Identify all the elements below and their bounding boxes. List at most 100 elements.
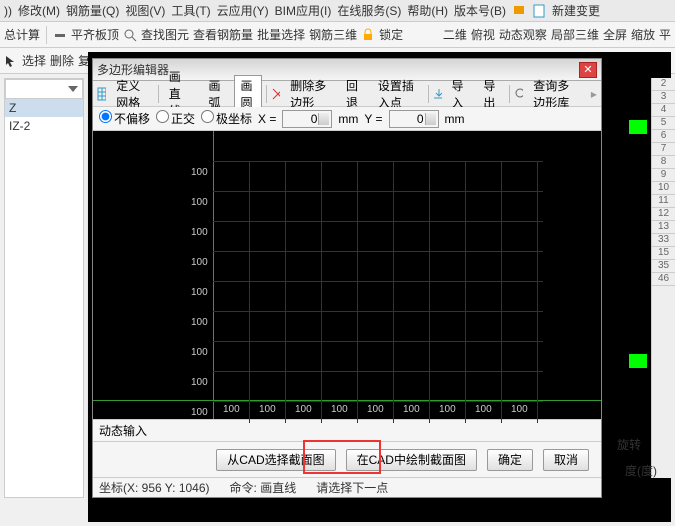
green-marker xyxy=(629,354,647,368)
tb-item[interactable]: 平齐板顶 xyxy=(71,26,119,43)
degree-label: 度(度) xyxy=(625,462,657,479)
menu-item[interactable]: 工具(T) xyxy=(171,2,210,19)
ruler-num: 12 xyxy=(652,208,675,221)
tb-item[interactable]: 动态观察 xyxy=(499,26,547,43)
cancel-button[interactable]: 取消 xyxy=(543,449,589,471)
grid-line xyxy=(213,191,543,192)
ruler-num: 9 xyxy=(652,169,675,182)
tb-item[interactable]: 选择 xyxy=(22,52,46,69)
polygon-editor-dialog: 多边形编辑器 ✕ 定义网格 画直线 画弧 画圆 删除多边形 回退 设置插入点 导… xyxy=(92,58,602,498)
tb-item[interactable]: 缩放 xyxy=(631,26,655,43)
prompt-text: 请选择下一点 xyxy=(316,479,388,496)
main-menubar[interactable]: )) 修改(M) 钢筋量(Q) 视图(V) 工具(T) 云应用(Y) BIM应用… xyxy=(0,0,675,22)
x-tick: 100 xyxy=(511,404,528,415)
grid-line xyxy=(213,221,543,222)
menu-item[interactable]: 视图(V) xyxy=(125,2,165,19)
tb-item[interactable]: 平 xyxy=(659,26,671,43)
x-tick: 100 xyxy=(475,404,492,415)
ruler-num: 7 xyxy=(652,143,675,156)
tb-item[interactable]: 批量选择 xyxy=(257,26,305,43)
tb-item[interactable]: 钢筋三维 xyxy=(309,26,357,43)
x-label: X = xyxy=(258,112,276,126)
grid-line xyxy=(429,161,430,423)
x-tick: 100 xyxy=(223,404,240,415)
grid-line xyxy=(213,341,543,342)
grid-line xyxy=(213,311,543,312)
y-tick: 100 xyxy=(191,167,208,178)
grid-line xyxy=(537,161,538,423)
pointer-icon[interactable] xyxy=(4,54,18,68)
ruler-num: 4 xyxy=(652,104,675,117)
y-tick: 100 xyxy=(191,197,208,208)
y-tick: 100 xyxy=(191,317,208,328)
list-item[interactable]: Z xyxy=(5,99,83,117)
menu-item[interactable]: 钢筋量(Q) xyxy=(66,2,119,19)
ruler-num: 35 xyxy=(652,260,675,273)
menu-item[interactable]: 版本号(B) xyxy=(454,2,506,19)
menu-item[interactable]: )) xyxy=(4,4,12,18)
y-tick: 100 xyxy=(191,377,208,388)
right-ruler: 2 3 4 5 6 7 8 9 10 11 12 13 33 15 35 46 xyxy=(651,78,675,478)
ruler-num: 2 xyxy=(652,78,675,91)
dynamic-input-label: 动态输入 xyxy=(99,422,147,439)
tb-item[interactable]: 局部三维 xyxy=(551,26,599,43)
grid-line xyxy=(213,161,543,162)
separator xyxy=(266,85,267,103)
tb-item[interactable]: 锁定 xyxy=(379,26,403,43)
menu-item[interactable]: 云应用(Y) xyxy=(217,2,269,19)
grid-line xyxy=(357,161,358,423)
search-icon xyxy=(123,28,137,42)
no-offset-radio[interactable]: 不偏移 xyxy=(99,110,150,127)
dropdown-icon[interactable] xyxy=(66,82,80,96)
ruler-num: 15 xyxy=(652,247,675,260)
y-tick: 100 xyxy=(191,347,208,358)
menu-item[interactable]: 在线服务(S) xyxy=(337,2,401,19)
file-new-icon[interactable] xyxy=(532,4,546,18)
ruler-num: 33 xyxy=(652,234,675,247)
y-tick: 100 xyxy=(191,407,208,418)
polygon-canvas[interactable]: 100 100 100 100 100 100 100 100 100 100 … xyxy=(93,131,601,419)
menu-item[interactable]: BIM应用(I) xyxy=(275,2,332,19)
tb-item[interactable]: 删除 xyxy=(50,52,74,69)
x-tick: 100 xyxy=(403,404,420,415)
separator xyxy=(46,26,47,44)
tb-item[interactable]: 查看钢筋量 xyxy=(193,26,253,43)
ruler-num: 10 xyxy=(652,182,675,195)
tb-item[interactable]: 二维 xyxy=(443,26,467,43)
tb-item[interactable]: 总计算 xyxy=(4,26,40,43)
tb-item[interactable]: 查找图元 xyxy=(141,26,189,43)
grid-line xyxy=(213,281,543,282)
rotate-label: 旋转 xyxy=(617,436,641,453)
separator xyxy=(158,85,159,103)
x-tick: 100 xyxy=(439,404,456,415)
cad-draw-button[interactable]: 在CAD中绘制截面图 xyxy=(346,449,477,471)
dialog-footer: 从CAD选择截面图 在CAD中绘制截面图 确定 取消 xyxy=(93,441,601,477)
ruler-num: 11 xyxy=(652,195,675,208)
grid-line xyxy=(501,161,502,423)
x-tick: 100 xyxy=(331,404,348,415)
search-input[interactable] xyxy=(5,79,83,99)
grid-line xyxy=(285,161,286,423)
y-input[interactable]: 0 xyxy=(389,110,439,128)
unit-label: mm xyxy=(338,112,358,126)
x-tick: 100 xyxy=(295,404,312,415)
y-tick: 100 xyxy=(191,227,208,238)
ok-button[interactable]: 确定 xyxy=(487,449,533,471)
new-change-button[interactable]: 新建变更 xyxy=(552,2,600,19)
grid-line xyxy=(213,371,543,372)
list-item[interactable]: IZ-2 xyxy=(5,117,83,135)
ortho-radio[interactable]: 正交 xyxy=(156,110,195,127)
dialog-toolbar: 定义网格 画直线 画弧 画圆 删除多边形 回退 设置插入点 导入 导出 查询多边… xyxy=(93,81,601,107)
x-input[interactable]: 0 xyxy=(282,110,332,128)
ruler-num: 13 xyxy=(652,221,675,234)
menu-item[interactable]: 修改(M) xyxy=(18,2,60,19)
tb-item[interactable]: 俯视 xyxy=(471,26,495,43)
grid-line xyxy=(321,161,322,423)
cad-select-button[interactable]: 从CAD选择截面图 xyxy=(216,449,335,471)
grid-line xyxy=(465,161,466,423)
menu-item[interactable]: 帮助(H) xyxy=(407,2,448,19)
ruler-num: 3 xyxy=(652,91,675,104)
polar-radio[interactable]: 极坐标 xyxy=(201,110,252,127)
tb-item[interactable]: 全屏 xyxy=(603,26,627,43)
x-tick: 100 xyxy=(367,404,384,415)
